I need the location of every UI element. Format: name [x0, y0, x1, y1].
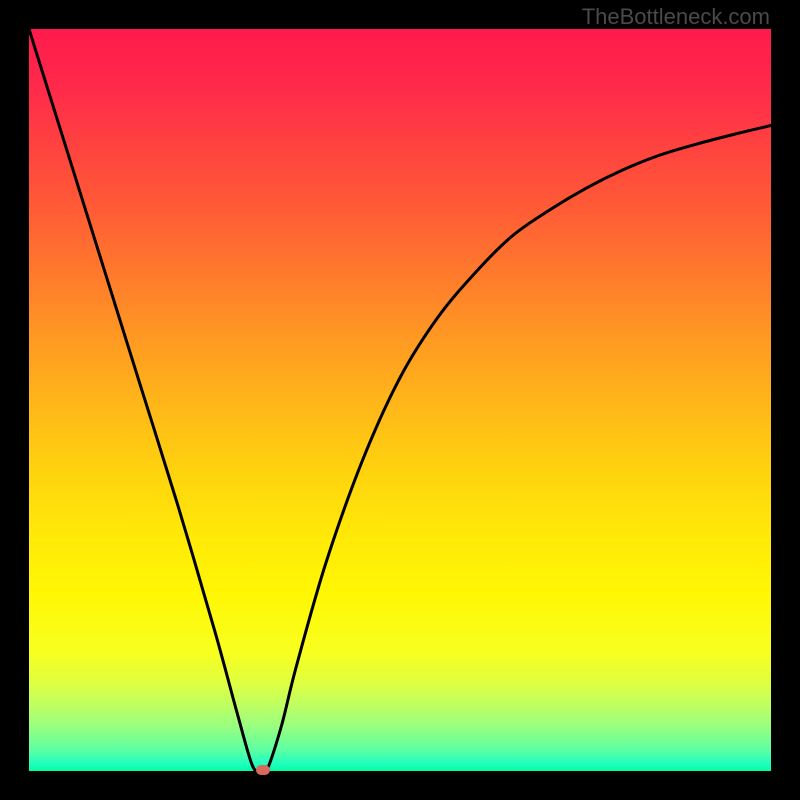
bottleneck-marker	[256, 765, 270, 775]
attribution-label: TheBottleneck.com	[582, 4, 770, 30]
plot-area	[29, 29, 771, 771]
chart-frame: TheBottleneck.com	[0, 0, 800, 800]
bottleneck-curve	[29, 29, 771, 771]
